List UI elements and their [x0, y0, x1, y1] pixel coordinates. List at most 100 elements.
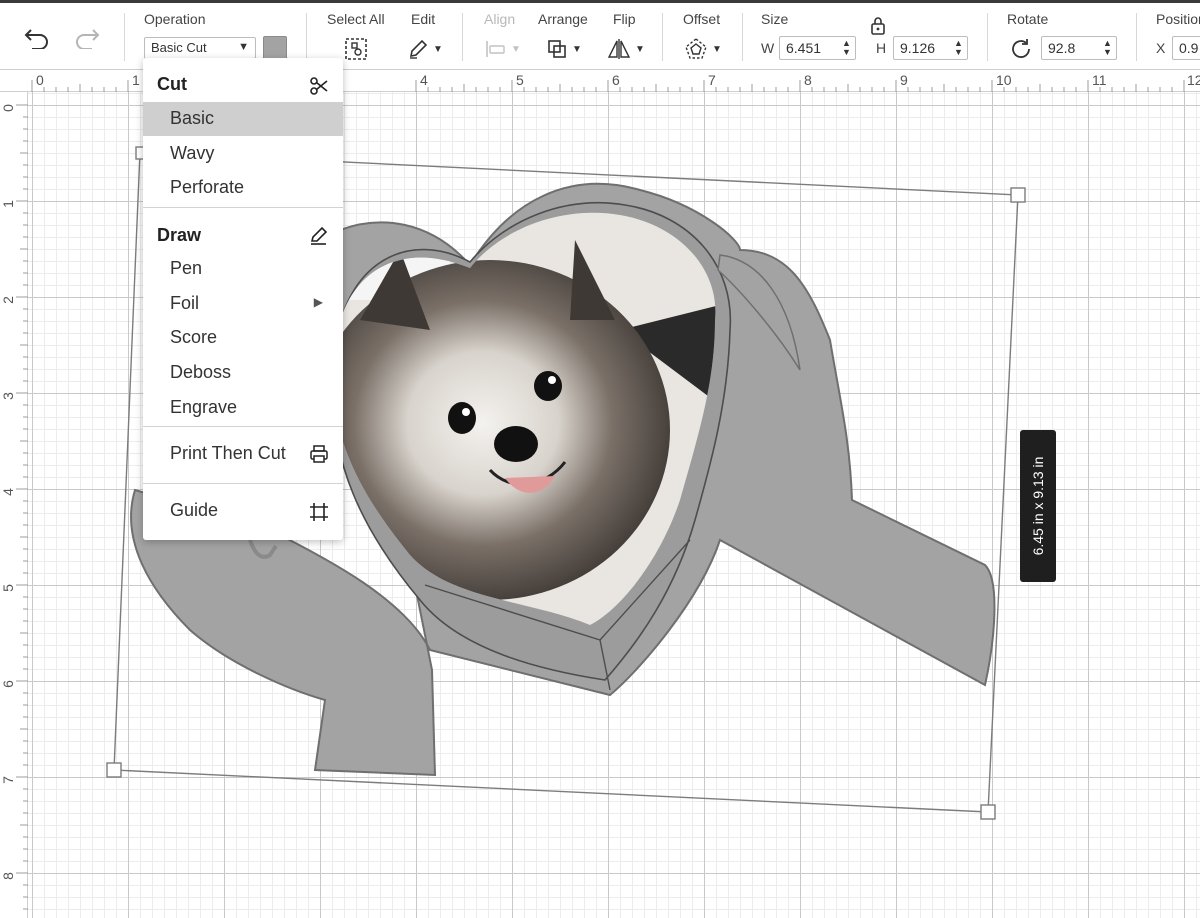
stepper-icon[interactable]: ▲ ▼	[840, 39, 853, 57]
operation-select[interactable]: Basic Cut ▼	[144, 37, 256, 59]
align-label: Align	[484, 11, 516, 27]
guide-icon	[310, 503, 328, 521]
flip-label: Flip	[613, 11, 636, 27]
resize-handle[interactable]	[1010, 187, 1026, 203]
position-x-value: 0.9	[1179, 40, 1199, 56]
draw-heading: Draw	[157, 225, 202, 245]
height-prefix: H	[876, 40, 887, 56]
cut-heading: Cut	[157, 74, 187, 94]
caret-down-icon: ▼	[238, 41, 249, 53]
caret-down-icon: ▼	[712, 43, 722, 55]
ruler-tick-label: 0	[36, 72, 44, 88]
size-label: Size	[761, 11, 789, 27]
align-button[interactable]: ▼	[484, 36, 522, 62]
ruler-tick-label: 8	[804, 72, 812, 88]
flip-button[interactable]: ▼	[606, 36, 646, 62]
redo-icon	[76, 29, 100, 49]
height-field[interactable]: 9.126 ▲ ▼	[893, 36, 968, 60]
pencil-icon	[410, 39, 428, 59]
rotate-label: Rotate	[1007, 11, 1049, 27]
lock-icon	[871, 17, 885, 35]
ruler-tick-label: 5	[0, 584, 16, 592]
menu-item-pen[interactable]: Pen	[143, 252, 343, 286]
left-ruler: 0 1 2 3 4 5 6 7 8	[0, 70, 28, 918]
redo-button[interactable]	[72, 23, 102, 53]
toolbar-divider	[987, 13, 988, 61]
design-space: Operation Basic Cut ▼ Select All Edit ▼ …	[0, 0, 1200, 918]
ruler-tick-label: 7	[0, 776, 16, 784]
position-x-prefix: X	[1156, 40, 1166, 56]
edit-label: Edit	[411, 11, 436, 27]
select-all-icon	[345, 38, 367, 60]
toolbar-divider	[1136, 13, 1137, 61]
ruler-tick-label: 12	[1187, 72, 1200, 88]
caret-down-icon: ▼	[572, 43, 582, 55]
width-value: 6.451	[786, 40, 822, 56]
menu-item-deboss[interactable]: Deboss	[143, 356, 343, 390]
menu-divider	[143, 483, 343, 484]
ruler-tick-label: 0	[0, 104, 16, 112]
menu-item-engrave[interactable]: Engrave	[143, 391, 343, 425]
arrange-button[interactable]: ▼	[544, 36, 584, 62]
toolbar-divider	[462, 13, 463, 61]
chevron-right-icon: ▶	[313, 295, 323, 309]
operation-color-swatch[interactable]	[263, 36, 287, 60]
operation-value: Basic Cut	[151, 40, 207, 55]
offset-icon	[685, 38, 707, 59]
caret-down-icon: ▼	[635, 43, 645, 55]
arrange-icon	[548, 40, 566, 58]
ruler-tick-label: 3	[0, 392, 16, 400]
ruler-tick-label: 1	[0, 200, 16, 208]
caret-down-icon: ▼	[511, 43, 521, 55]
align-icon	[486, 41, 505, 57]
width-field[interactable]: 6.451 ▲ ▼	[779, 36, 856, 60]
caret-down-icon: ▼	[433, 43, 443, 55]
toolbar-divider	[662, 13, 663, 61]
menu-item-wavy[interactable]: Wavy	[143, 137, 343, 171]
width-prefix: W	[761, 40, 775, 56]
ruler-tick-label: 7	[708, 72, 716, 88]
menu-item-perforate[interactable]: Perforate	[143, 171, 343, 205]
operation-label: Operation	[144, 11, 206, 27]
rotate-field[interactable]: 92.8 ▲ ▼	[1041, 36, 1117, 60]
menu-divider	[143, 207, 343, 208]
resize-handle[interactable]	[980, 804, 996, 820]
offset-label: Offset	[683, 11, 721, 27]
scissors-icon	[310, 77, 328, 95]
pen-icon	[310, 226, 328, 245]
size-tooltip: 6.45 in x 9.13 in	[1020, 430, 1056, 582]
ruler-tick-label: 6	[0, 680, 16, 688]
rotate-icon	[1012, 39, 1030, 58]
menu-item-score[interactable]: Score	[143, 321, 343, 355]
edit-button[interactable]: ▼	[406, 36, 444, 62]
ruler-tick-label: 10	[996, 72, 1012, 88]
toolbar-divider	[124, 13, 125, 61]
printer-icon	[310, 445, 328, 463]
ruler-tick-label: 11	[1092, 72, 1107, 88]
select-all-button[interactable]	[343, 36, 369, 62]
rotate-icon-button	[1008, 36, 1034, 62]
menu-divider	[143, 426, 343, 427]
ruler-tick-label: 4	[0, 488, 16, 496]
stepper-icon[interactable]: ▲ ▼	[952, 39, 965, 57]
undo-icon	[24, 29, 48, 49]
ruler-tick-label: 4	[420, 72, 428, 88]
size-tooltip-text: 6.45 in x 9.13 in	[1030, 456, 1046, 556]
arrange-label: Arrange	[538, 11, 588, 27]
flip-icon	[607, 39, 631, 59]
lock-aspect-button[interactable]	[866, 15, 890, 37]
menu-item-basic[interactable]: Basic	[143, 102, 343, 136]
ruler-tick-label: 5	[516, 72, 524, 88]
ruler-tick-label: 8	[0, 872, 16, 880]
position-x-field[interactable]: 0.9	[1172, 36, 1200, 60]
ruler-tick-label: 6	[612, 72, 620, 88]
ruler-tick-label: 2	[0, 296, 16, 304]
ruler-tick-label: 9	[900, 72, 908, 88]
undo-button[interactable]	[22, 23, 52, 53]
ruler-tick-label: 1	[132, 72, 140, 88]
toolbar-divider	[742, 13, 743, 61]
offset-button[interactable]: ▼	[683, 36, 723, 62]
stepper-icon[interactable]: ▲ ▼	[1101, 39, 1114, 57]
toolbar-divider	[306, 13, 307, 61]
resize-handle[interactable]	[106, 762, 122, 778]
